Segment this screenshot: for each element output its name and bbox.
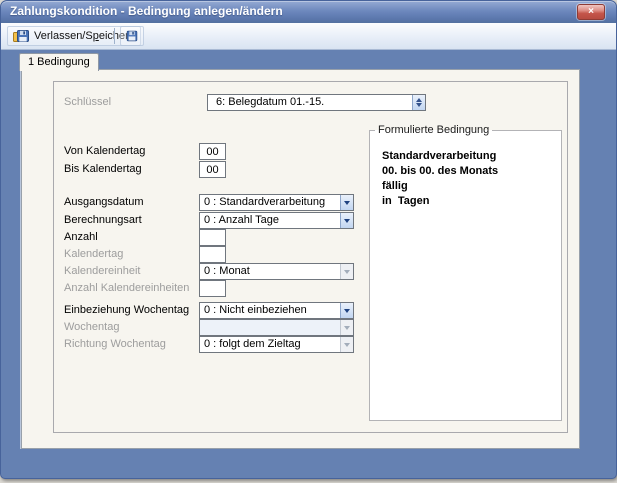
close-icon: × bbox=[588, 6, 594, 17]
field-label-anzahl: Anzahl bbox=[64, 231, 98, 243]
spinner-updown-icon[interactable] bbox=[412, 95, 425, 110]
field-label-anzahl-kalendereinheiten: Anzahl Kalendereinheiten bbox=[64, 282, 190, 294]
field-row-schluessel: Schlüssel 6: Belegdatum 01.-15. bbox=[54, 94, 567, 111]
chevron-down-icon bbox=[340, 264, 353, 279]
schluessel-combobox[interactable]: 6: Belegdatum 01.-15. bbox=[207, 94, 426, 111]
einbeziehung-wochentag-dropdown[interactable]: 0 : Nicht einbeziehen bbox=[199, 302, 354, 319]
field-label-schluessel: Schlüssel bbox=[64, 96, 112, 108]
condition-line: fällig bbox=[382, 180, 408, 192]
tab-label: 1 Bedingung bbox=[28, 56, 90, 68]
save-button[interactable] bbox=[120, 26, 144, 46]
formulated-condition-title: Formulierte Bedingung bbox=[375, 124, 493, 136]
title-bar[interactable]: Zahlungskondition - Bedingung anlegen/än… bbox=[1, 1, 616, 23]
schluessel-value: 6: Belegdatum 01.-15. bbox=[216, 96, 325, 108]
chevron-down-icon[interactable] bbox=[340, 303, 353, 318]
field-label-bis-kalendertag: Bis Kalendertag bbox=[64, 163, 142, 175]
field-label-richtung-wochentag: Richtung Wochentag bbox=[64, 338, 166, 350]
kalendertag-input bbox=[199, 246, 226, 263]
kalendereinheit-dropdown: 0 : Monat bbox=[199, 263, 354, 280]
ausgangsdatum-dropdown[interactable]: 0 : Standardverarbeitung bbox=[199, 194, 354, 211]
chevron-down-icon[interactable] bbox=[340, 195, 353, 210]
bis-kalendertag-input[interactable] bbox=[199, 161, 226, 178]
ausgangsdatum-value: 0 : Standardverarbeitung bbox=[204, 196, 326, 208]
field-label-von-kalendertag: Von Kalendertag bbox=[64, 145, 146, 157]
close-button[interactable]: × bbox=[577, 4, 605, 20]
chevron-down-icon[interactable] bbox=[340, 213, 353, 228]
field-label-berechnungsart: Berechnungsart bbox=[64, 214, 142, 226]
von-kalendertag-input[interactable] bbox=[199, 143, 226, 160]
chevron-down-icon bbox=[340, 320, 353, 335]
condition-line: in Tagen bbox=[382, 195, 430, 207]
chevron-down-icon bbox=[340, 337, 353, 352]
tab-page: Schlüssel 6: Belegdatum 01.-15. Von Kale… bbox=[21, 69, 580, 449]
kalendereinheit-value: 0 : Monat bbox=[204, 265, 250, 277]
formulated-condition-groupbox: Formulierte Bedingung Standardverarbeitu… bbox=[369, 124, 562, 421]
dialog-window: Zahlungskondition - Bedingung anlegen/än… bbox=[0, 0, 617, 479]
save-disk-icon bbox=[126, 30, 138, 42]
condition-line: Standardverarbeitung bbox=[382, 150, 497, 162]
richtung-wochentag-value: 0 : folgt dem Zieltag bbox=[204, 338, 301, 350]
field-label-wochentag: Wochentag bbox=[64, 321, 120, 333]
field-label-kalendertag: Kalendertag bbox=[64, 248, 124, 260]
einbeziehung-wochentag-value: 0 : Nicht einbeziehen bbox=[204, 304, 307, 316]
berechnungsart-value: 0 : Anzahl Tage bbox=[204, 214, 280, 226]
toolbar: Verlassen/Speichern bbox=[1, 23, 616, 50]
tab-bedingung[interactable]: 1 Bedingung bbox=[19, 53, 99, 71]
wochentag-dropdown bbox=[199, 319, 354, 336]
field-label-ausgangsdatum: Ausgangsdatum bbox=[64, 196, 144, 208]
form-panel: Schlüssel 6: Belegdatum 01.-15. Von Kale… bbox=[53, 81, 568, 433]
anzahl-kalendereinheiten-input bbox=[199, 280, 226, 297]
field-label-einbeziehung-wochentag: Einbeziehung Wochentag bbox=[64, 304, 190, 316]
field-label-kalendereinheit: Kalendereinheit bbox=[64, 265, 141, 277]
condition-line: 00. bis 00. des Monats bbox=[382, 165, 499, 177]
window-title: Zahlungskondition - Bedingung anlegen/än… bbox=[10, 4, 283, 18]
richtung-wochentag-dropdown: 0 : folgt dem Zieltag bbox=[199, 336, 354, 353]
anzahl-input[interactable] bbox=[199, 229, 226, 246]
berechnungsart-dropdown[interactable]: 0 : Anzahl Tage bbox=[199, 212, 354, 229]
exit-save-icon bbox=[13, 30, 29, 42]
toolbar-separator bbox=[114, 28, 115, 44]
